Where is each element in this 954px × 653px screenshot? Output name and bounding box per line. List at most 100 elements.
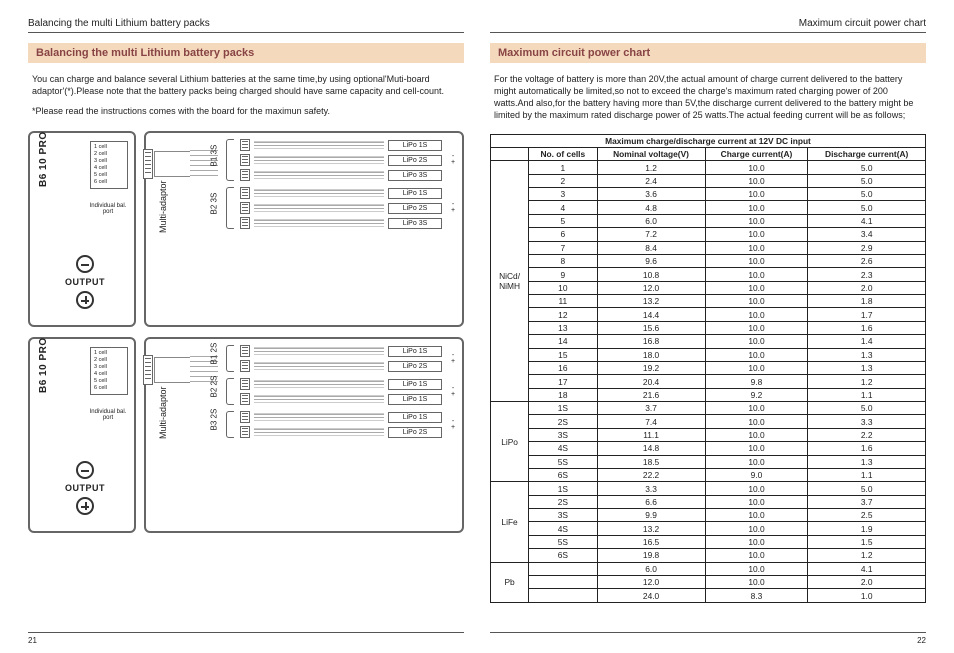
left-para-2: *Please read the instructions comes with… (28, 105, 464, 117)
table-row: 12.010.02.0 (491, 575, 926, 588)
table-cell: 14.8 (597, 442, 705, 455)
table-row: 1416.810.01.4 (491, 335, 926, 348)
table-row: 5S16.510.01.5 (491, 535, 926, 548)
lipo-box: LiPo 1S (388, 379, 442, 390)
diagram-area: B6 10 PRO 1 cell2 cell3 cell4 cell5 cell… (28, 131, 464, 533)
slot-row: LiPo 3S (240, 169, 442, 181)
table-cell: 1.2 (808, 375, 926, 388)
output-block: OUTPUT (40, 457, 130, 519)
slot-connector-icon (240, 378, 250, 390)
wire-harness (154, 357, 190, 383)
table-cell: 10.0 (705, 535, 808, 548)
multi-adaptor: Multi-adaptor B1 3SLiPo 1SLiPo 2SLiPo 3S… (144, 131, 464, 327)
balance-group: B1 2SLiPo 1SLiPo 2S (208, 345, 458, 372)
table-row: 2S7.410.03.3 (491, 415, 926, 428)
table-cell: 5 (529, 214, 597, 227)
table-cell: 7.2 (597, 228, 705, 241)
table-row: 1821.69.21.1 (491, 388, 926, 401)
table-row: 6S19.810.01.2 (491, 549, 926, 562)
lipo-box: LiPo 2S (388, 361, 442, 372)
table-cell: 1.9 (808, 522, 926, 535)
balance-group: B3 2SLiPo 1SLiPo 2S (208, 411, 458, 438)
table-cell: 2S (529, 415, 597, 428)
table-cell: 5.0 (808, 161, 926, 174)
table-row: 1619.210.01.3 (491, 361, 926, 374)
plus-icon (76, 291, 94, 309)
table-cell: 5S (529, 455, 597, 468)
table-header: Discharge current(A) (808, 147, 926, 160)
table-row: 1113.210.01.8 (491, 295, 926, 308)
table-row: 1518.010.01.3 (491, 348, 926, 361)
cell-option: 6 cell (94, 179, 124, 186)
group-label: B3 2S (210, 419, 219, 431)
table-row: 1720.49.81.2 (491, 375, 926, 388)
table-cell: 6.0 (597, 214, 705, 227)
table-cell (529, 589, 597, 602)
lipo-box: LiPo 1S (388, 188, 442, 199)
table-cell: 1.2 (597, 161, 705, 174)
table-cell: 5.0 (808, 201, 926, 214)
table-cell: 1.4 (808, 335, 926, 348)
table-cell: 19.8 (597, 549, 705, 562)
table-cell: 18.0 (597, 348, 705, 361)
diagram-2: B6 10 PRO 1 cell2 cell3 cell4 cell5 cell… (28, 337, 464, 533)
slot-connector-icon (240, 360, 250, 372)
table-cell: 6 (529, 228, 597, 241)
table-cell: 2.0 (808, 281, 926, 294)
cell-caption: Individual bal. port (88, 409, 128, 421)
right-para-1: For the voltage of battery is more than … (490, 73, 926, 122)
table-cell: 16.8 (597, 335, 705, 348)
table-row: NiCd/NiMH11.210.05.0 (491, 161, 926, 174)
adaptor-caption: Multi-adaptor (158, 387, 168, 440)
table-cell: 1S (529, 482, 597, 495)
table-cell: 9.0 (705, 468, 808, 481)
table-cell: 18.5 (597, 455, 705, 468)
lipo-box: LiPo 1S (388, 412, 442, 423)
table-cell: 10.0 (705, 348, 808, 361)
table-row: 56.010.04.1 (491, 214, 926, 227)
lipo-box: LiPo 2S (388, 155, 442, 166)
table-cell: 1.3 (808, 348, 926, 361)
table-row: 2S6.610.03.7 (491, 495, 926, 508)
cell-option: 4 cell (94, 371, 124, 378)
table-cell: 2.2 (808, 428, 926, 441)
group-brace (226, 345, 234, 372)
wire-icon (254, 395, 384, 403)
table-cell: 1.6 (808, 442, 926, 455)
table-cell: 13 (529, 321, 597, 334)
wire-icon (254, 347, 384, 355)
table-header: Charge current(A) (705, 147, 808, 160)
table-cell: 4.8 (597, 201, 705, 214)
group-brace (226, 187, 234, 229)
slot-row: LiPo 1S (240, 139, 442, 151)
table-row: 4S13.210.01.9 (491, 522, 926, 535)
table-cell: 2.3 (808, 268, 926, 281)
device-box: B6 10 PRO 1 cell2 cell3 cell4 cell5 cell… (28, 131, 136, 327)
table-cell: 2.6 (808, 254, 926, 267)
section-title-right: Maximum circuit power chart (490, 43, 926, 63)
table-cell: 10.0 (705, 308, 808, 321)
table-cell: 4.1 (808, 214, 926, 227)
group-brace (226, 139, 234, 181)
wire-icon (254, 141, 384, 149)
cell-option: 4 cell (94, 165, 124, 172)
table-cell: 9.9 (597, 509, 705, 522)
slot-connector-icon (240, 187, 250, 199)
table-cell: 3.7 (597, 402, 705, 415)
table-cell: 6S (529, 468, 597, 481)
polarity (448, 419, 458, 432)
table-row: 910.810.02.3 (491, 268, 926, 281)
table-cell: 9.8 (705, 375, 808, 388)
battery-type-cell: NiCd/NiMH (491, 161, 529, 402)
polarity (448, 386, 458, 399)
table-cell: 21.6 (597, 388, 705, 401)
slot-stack: LiPo 1SLiPo 2SLiPo 3S (240, 187, 442, 229)
table-row: 1214.410.01.7 (491, 308, 926, 321)
table-cell: 10.0 (705, 562, 808, 575)
cell-option: 2 cell (94, 151, 124, 158)
balance-group: B2 3SLiPo 1SLiPo 2SLiPo 3S (208, 187, 458, 229)
group-label: B1 2S (210, 353, 219, 365)
table-cell: 19.2 (597, 361, 705, 374)
wire-icon (254, 156, 384, 164)
table-cell: 12 (529, 308, 597, 321)
